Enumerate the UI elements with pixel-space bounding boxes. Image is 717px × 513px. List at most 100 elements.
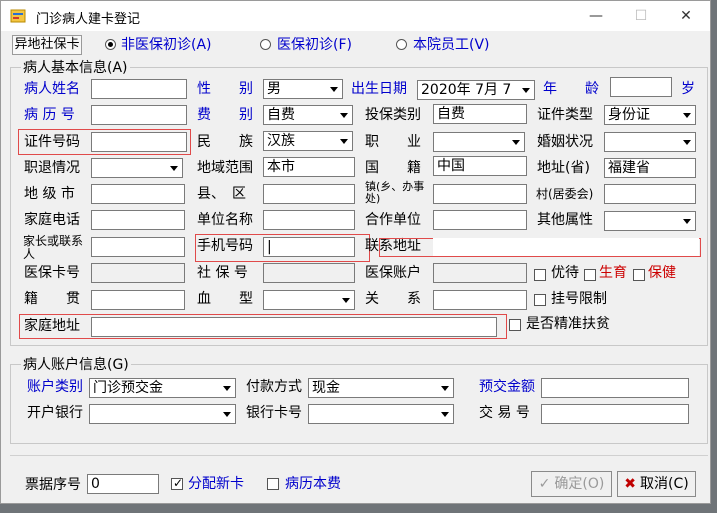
social-no-input[interactable] [263,263,355,283]
age-label: 年 龄 [543,81,599,97]
poverty-label: 是否精准扶贫 [526,316,610,332]
social-no-label: 社 保 号 [197,265,248,281]
maximize-button[interactable]: ☐ [626,6,656,26]
trade-no-input[interactable] [541,404,689,424]
work-unit-input[interactable] [263,210,355,230]
id-type-value: 身份证 [608,107,650,123]
cancel-button[interactable]: ✖ 取消(C) [617,471,696,497]
insure-type-input[interactable]: 自费 [433,104,527,124]
id-no-input[interactable] [91,132,187,152]
footer-divider [10,455,708,456]
fee-type-value: 自费 [267,107,295,123]
nation-input[interactable]: 中国 [433,156,527,176]
id-type-select[interactable]: 身份证 [604,105,696,125]
blood-select[interactable] [263,290,355,310]
region-input[interactable]: 本市 [263,157,355,177]
bank-card-select[interactable] [308,404,454,424]
prepay-input[interactable] [541,378,689,398]
chevron-down-icon [336,106,352,124]
poverty-checkbox[interactable] [509,319,521,331]
health-chk-label: 保健 [648,265,676,281]
confirm-label: 确定(O) [554,476,605,492]
receipt-label: 票据序号 [25,477,81,493]
chevron-down-icon [679,106,695,124]
reg-limit-label: 挂号限制 [551,291,607,307]
remote-social-card-button[interactable]: 异地社保卡 [12,35,82,55]
work-unit-label: 单位名称 [197,212,253,228]
village-input[interactable] [604,184,696,204]
insure-type-label: 投保类别 [365,107,421,123]
mobile-input[interactable]: | [263,237,355,257]
priority-checkbox[interactable] [534,269,546,281]
mobile-label: 手机号码 [197,238,253,254]
marital-select[interactable] [604,132,696,152]
chevron-down-icon [437,379,453,397]
visit-type-label-nonins[interactable]: 非医保初诊(A) [121,35,212,55]
receipt-input[interactable]: 0 [87,474,159,494]
prepay-label: 预交金额 [479,379,535,395]
reg-limit-checkbox[interactable] [534,294,546,306]
retire-select[interactable] [91,158,183,178]
record-no-label: 病 历 号 [24,107,75,123]
other-attr-label: 其他属性 [537,212,593,228]
contact-input[interactable] [91,237,185,257]
visit-type-radio-ins[interactable] [260,39,271,50]
gender-value: 男 [267,81,281,97]
new-card-checkbox[interactable] [171,476,183,490]
city-input[interactable] [91,184,185,204]
visit-type-radio-staff[interactable] [396,39,407,50]
record-no-input[interactable] [91,105,187,125]
visit-type-label-ins[interactable]: 医保初诊(F) [277,35,352,55]
birth-chk-label: 生育 [599,265,627,281]
fee-type-select[interactable]: 自费 [263,105,353,125]
province-input[interactable]: 福建省 [604,158,696,178]
record-fee-checkbox[interactable] [267,478,279,490]
check-icon: ✓ [538,476,551,492]
home-phone-input[interactable] [91,210,185,230]
insure-card-input[interactable] [91,263,185,283]
birth-date-picker[interactable]: 2020年 7月 7 [417,80,535,100]
coop-unit-input[interactable] [433,210,527,230]
job-select[interactable] [433,132,525,152]
birth-value: 2020年 7月 7 [421,82,512,98]
nation-label: 国 籍 [365,160,421,176]
acct-type-value: 门诊预交金 [93,380,163,396]
age-input[interactable] [610,77,672,97]
visit-type-radio-nonins[interactable] [105,39,116,50]
gender-select[interactable]: 男 [263,79,343,99]
chevron-down-icon [336,132,352,150]
county-input[interactable] [263,184,355,204]
home-addr-input[interactable] [91,317,497,337]
ethnic-select[interactable]: 汉族 [263,131,353,151]
town-input[interactable] [433,184,527,204]
origin-input[interactable] [91,290,185,310]
bank-select[interactable] [89,404,236,424]
visit-type-label-staff[interactable]: 本院员工(V) [413,35,490,55]
minimize-button[interactable]: — [581,6,611,26]
relation-label: 关 系 [365,291,421,307]
name-label: 病人姓名 [24,81,80,97]
birth-checkbox[interactable] [584,269,596,281]
chevron-down-icon [437,405,453,423]
birth-label: 出生日期 [351,81,407,97]
chevron-down-icon [166,159,182,177]
priority-label: 优待 [551,265,579,281]
health-checkbox[interactable] [633,269,645,281]
relation-input[interactable] [433,290,527,310]
province-label: 地址(省) [537,160,590,176]
cancel-label: 取消(C) [640,476,689,492]
chevron-down-icon [679,133,695,151]
close-button[interactable]: ✕ [671,6,701,26]
job-label: 职 业 [365,134,421,150]
other-attr-select[interactable] [604,211,696,231]
ethnic-label: 民 族 [197,134,253,150]
insure-acct-input[interactable] [433,263,527,283]
name-input[interactable] [91,79,187,99]
contact-addr-input[interactable] [433,238,699,256]
town-label: 镇(乡、办事处) [365,180,425,205]
confirm-button[interactable]: ✓ 确定(O) [531,471,612,497]
pay-method-value: 现金 [312,380,340,396]
age-unit: 岁 [681,81,695,97]
pay-method-select[interactable]: 现金 [308,378,454,398]
acct-type-select[interactable]: 门诊预交金 [89,378,236,398]
